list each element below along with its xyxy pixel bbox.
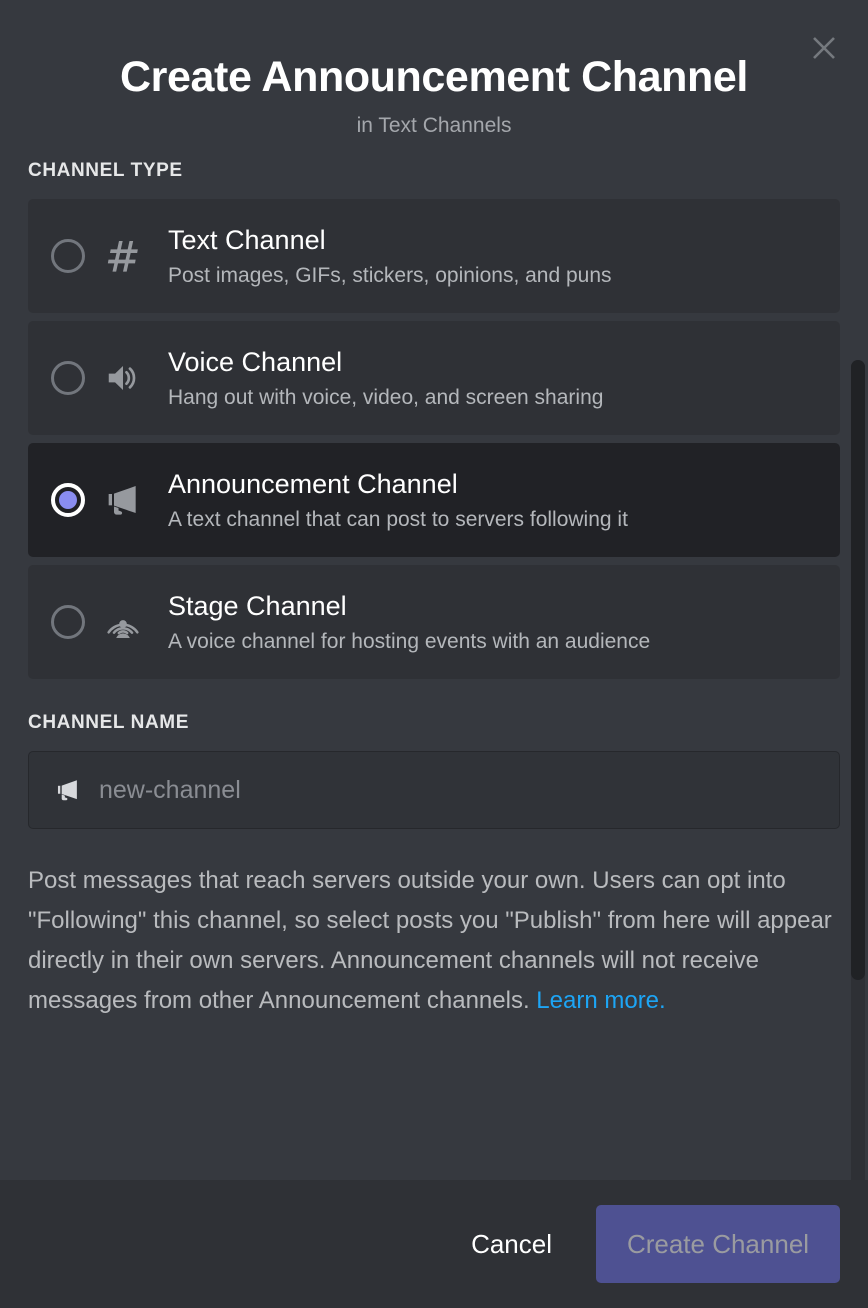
channel-type-option-stage[interactable]: Stage Channel A voice channel for hostin… — [28, 565, 840, 680]
option-text-block: Text Channel Post images, GIFs, stickers… — [168, 224, 822, 289]
channel-name-field[interactable] — [28, 751, 840, 830]
learn-more-link[interactable]: Learn more. — [536, 987, 665, 1014]
channel-type-option-announcement[interactable]: Announcement Channel A text channel that… — [28, 443, 840, 558]
option-text-block: Announcement Channel A text channel that… — [168, 468, 822, 533]
modal-body: CHANNEL TYPE Text Channel Post images, G… — [0, 160, 868, 1180]
description-text: Post messages that reach servers outside… — [28, 867, 832, 1014]
radio-stage[interactable] — [46, 600, 90, 644]
cancel-button[interactable]: Cancel — [441, 1215, 582, 1274]
create-channel-modal: Create Announcement Channel in Text Chan… — [0, 0, 868, 1308]
channel-name-input[interactable] — [99, 775, 817, 805]
option-text-block: Voice Channel Hang out with voice, video… — [168, 346, 822, 411]
option-description: A voice channel for hosting events with … — [168, 629, 651, 653]
scrollbar-track[interactable] — [851, 360, 865, 1180]
option-title: Announcement Channel — [168, 469, 458, 500]
page-title: Create Announcement Channel — [120, 53, 748, 101]
hash-icon — [96, 231, 150, 281]
megaphone-icon — [96, 475, 150, 525]
modal-header: Create Announcement Channel in Text Chan… — [0, 0, 868, 160]
option-title: Stage Channel — [168, 591, 347, 622]
channel-type-option-text[interactable]: Text Channel Post images, GIFs, stickers… — [28, 199, 840, 314]
channel-type-option-voice[interactable]: Voice Channel Hang out with voice, video… — [28, 321, 840, 436]
radio-announcement[interactable] — [46, 478, 90, 522]
radio-text[interactable] — [46, 234, 90, 278]
option-description: Post images, GIFs, stickers, opinions, a… — [168, 263, 612, 287]
option-title: Voice Channel — [168, 347, 343, 378]
channel-type-label: CHANNEL TYPE — [28, 160, 183, 182]
modal-footer: Cancel Create Channel — [0, 1180, 868, 1308]
close-button[interactable] — [802, 26, 846, 70]
megaphone-icon — [51, 775, 85, 805]
stage-icon — [96, 597, 150, 647]
channel-name-label: CHANNEL NAME — [28, 712, 189, 734]
option-title: Text Channel — [168, 225, 326, 256]
close-icon — [809, 33, 839, 63]
option-description: A text channel that can post to servers … — [168, 507, 628, 531]
scrollbar-thumb[interactable] — [851, 360, 865, 981]
channel-type-option-list: Text Channel Post images, GIFs, stickers… — [28, 199, 840, 680]
option-description: Hang out with voice, video, and screen s… — [168, 385, 604, 409]
speaker-icon — [96, 353, 150, 403]
announcement-description: Post messages that reach servers outside… — [28, 861, 840, 1048]
radio-voice[interactable] — [46, 356, 90, 400]
modal-subtitle: in Text Channels — [356, 114, 512, 138]
option-text-block: Stage Channel A voice channel for hostin… — [168, 590, 822, 655]
create-channel-button[interactable]: Create Channel — [596, 1205, 840, 1283]
